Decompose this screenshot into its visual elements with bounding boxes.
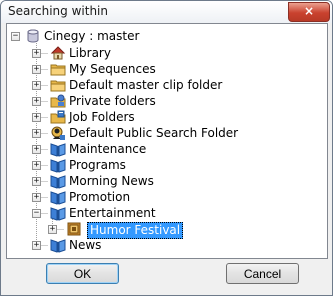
tree-item-label[interactable]: Programs (69, 158, 126, 173)
library-house-icon (50, 46, 66, 60)
tree-item-label[interactable]: Maintenance (69, 142, 146, 157)
tree-item-label[interactable]: Private folders (69, 94, 156, 109)
close-button[interactable]: × (288, 2, 330, 22)
tree-expander[interactable]: + (32, 177, 41, 186)
tree-expander[interactable]: + (32, 65, 41, 74)
tree-item-label[interactable]: Promotion (69, 190, 130, 205)
tree-expander[interactable]: + (32, 241, 41, 250)
tree-root-label[interactable]: Cinegy : master (44, 29, 139, 44)
tree-item-label[interactable]: Default Public Search Folder (69, 126, 238, 141)
tree-item-label[interactable]: Entertainment (69, 206, 156, 221)
private-folder-icon (50, 94, 66, 108)
database-icon (27, 29, 39, 43)
search-folder-icon (51, 126, 65, 140)
program-book-icon (50, 159, 66, 173)
program-book-icon (50, 175, 66, 189)
tree-expander[interactable]: + (32, 145, 41, 154)
tree-expander[interactable]: + (48, 225, 57, 234)
folder-icon (50, 64, 66, 76)
tree-item-label[interactable]: Job Folders (69, 110, 135, 125)
tree-item-label[interactable]: Humor Festival (87, 222, 184, 239)
tree-item-label[interactable]: My Sequences (69, 62, 156, 77)
tree-expander[interactable]: + (32, 81, 41, 90)
root-collapse-toggle[interactable]: − (11, 32, 20, 41)
searching-within-dialog: Searching within × − Cinegy : master + Li… (0, 0, 333, 296)
bin-icon (67, 222, 81, 236)
ok-button[interactable]: OK (46, 263, 119, 284)
tree-expander[interactable]: + (32, 49, 41, 58)
tree-item-label[interactable]: Morning News (69, 174, 154, 189)
tree-expander[interactable]: − (32, 209, 41, 218)
dialog-title: Searching within (8, 4, 108, 18)
program-book-icon (50, 191, 66, 205)
tree-item-label[interactable]: Default master clip folder (69, 78, 222, 93)
tree-item-label[interactable]: Library (69, 46, 111, 61)
program-book-icon (50, 239, 66, 253)
tree-expander[interactable]: + (32, 129, 41, 138)
job-folder-icon (50, 110, 66, 124)
cancel-button[interactable]: Cancel (226, 263, 299, 284)
tree-item-label[interactable]: News (69, 238, 101, 253)
program-book-icon (50, 143, 66, 157)
title-bar: Searching within × (1, 1, 332, 23)
tree-expander[interactable]: + (32, 97, 41, 106)
folder-tree[interactable]: − Cinegy : master + Library + My Sequences +… (6, 23, 328, 259)
folder-icon (50, 80, 66, 92)
tree-expander[interactable]: + (32, 161, 41, 170)
program-book-icon (50, 207, 66, 221)
tree-expander[interactable]: + (32, 193, 41, 202)
tree-expander[interactable]: + (32, 113, 41, 122)
